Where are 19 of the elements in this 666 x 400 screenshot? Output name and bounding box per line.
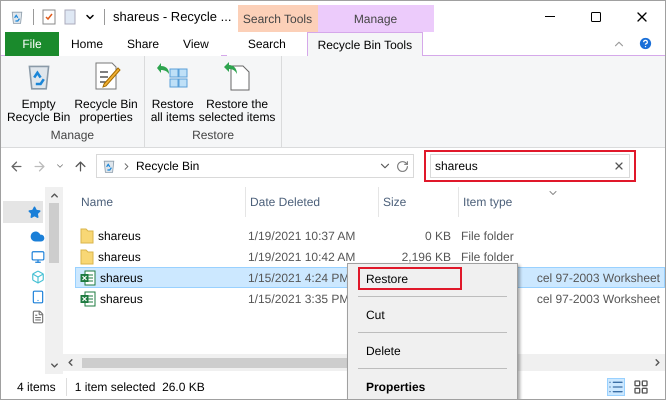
file-name: shareus bbox=[98, 228, 141, 244]
size-cell-text: 0 KB bbox=[424, 228, 451, 244]
contextual-tab-group: Search Tools bbox=[238, 5, 318, 32]
size-cell-text: 2,196 KB bbox=[402, 248, 451, 266]
file-name: shareus bbox=[100, 270, 143, 286]
contextual-tab-group: Manage bbox=[318, 5, 434, 32]
type-cell-text: cel 97-2003 Worksheet bbox=[536, 290, 660, 308]
type-cell-text: File folder bbox=[461, 228, 514, 244]
ribbon-group-label: Manage bbox=[50, 127, 96, 144]
type-cell-text: File folder bbox=[461, 248, 514, 266]
file-name: shareus bbox=[98, 248, 141, 266]
file-name: shareus bbox=[100, 290, 143, 308]
type-cell-text: cel 97-2003 Worksheet bbox=[536, 270, 660, 286]
window-title: shareus - Recycle ... bbox=[113, 8, 232, 26]
date-cell-text: 1/19/2021 10:42 AM bbox=[247, 248, 356, 266]
ribbon-group-label: Restore bbox=[191, 127, 236, 144]
selection-info: 1 item selected 26.0 KB bbox=[74, 379, 205, 396]
date-cell-text: 1/19/2021 10:37 AM bbox=[247, 228, 356, 244]
item-count: 4 items bbox=[17, 378, 67, 396]
